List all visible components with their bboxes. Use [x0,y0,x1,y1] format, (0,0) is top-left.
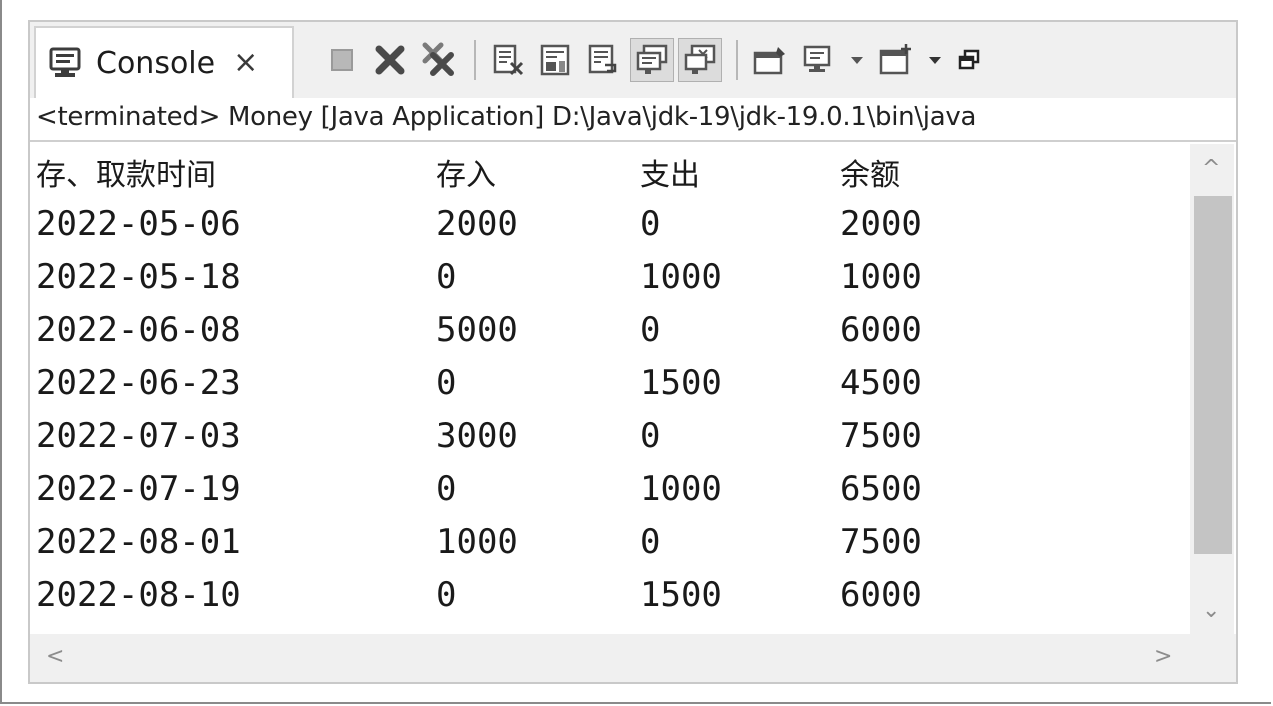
tab-console[interactable]: Console × [34,26,294,98]
show-console-stderr-icon [684,44,716,74]
console-header-row: 存、取款时间 存入 支出 余额 [36,150,1186,202]
close-icon[interactable]: × [233,48,258,78]
console-line: 2022-06-23 0 1500 4500 [36,363,1186,415]
launch-description: <terminated> Money [Java Application] D:… [36,102,977,132]
dropdown-arrow-icon [851,57,863,64]
clear-console-button[interactable] [486,38,530,82]
scroll-left-icon[interactable]: < [46,644,64,669]
clear-console-icon [493,44,524,76]
header-cell: 余额 [840,158,900,193]
open-console-dropdown[interactable] [922,38,948,82]
balance-cell: 6500 [840,469,922,509]
terminate-icon [331,49,353,71]
withdrawal-cell: 1500 [640,575,722,615]
terminate-button[interactable] [320,38,364,82]
show-stderr-button[interactable] [678,38,722,82]
deposit-cell: 2000 [436,204,518,244]
console-line: 2022-05-18 0 1000 1000 [36,257,1186,309]
console-line: 2022-05-06 2000 0 2000 [36,204,1186,256]
open-console-icon [879,44,911,75]
deposit-cell: 1000 [436,522,518,562]
remove-all-terminated-icon [422,42,454,76]
date-cell: 2022-08-01 [36,522,241,562]
balance-cell: 2000 [840,204,922,244]
remove-launch-icon [375,45,405,75]
restore-view-icon [958,49,980,70]
console-view: Console × <terminated> Money [Java Appli… [28,20,1238,684]
deposit-cell: 0 [436,257,457,297]
balance-cell: 7500 [840,522,922,562]
console-output[interactable]: 存、取款时间 存入 支出 余额 2022-05-06 2000 0 2000 2… [30,144,1190,634]
remove-all-terminated-button[interactable] [416,38,460,82]
deposit-cell: 0 [436,363,457,403]
word-wrap-button[interactable] [582,38,626,82]
balance-cell: 1000 [840,257,922,297]
withdrawal-cell: 1000 [640,257,722,297]
toolbar-separator [736,40,738,80]
display-console-dropdown[interactable] [844,38,870,82]
withdrawal-cell: 0 [640,416,661,456]
date-cell: 2022-08-10 [36,575,241,615]
dropdown-arrow-icon [929,57,941,64]
date-cell: 2022-05-18 [36,257,241,297]
scroll-down-icon[interactable]: ⌄ [1202,598,1220,623]
console-line: 2022-08-10 0 1500 6000 [36,575,1186,627]
console-toolbar [320,34,990,86]
pin-console-icon [753,47,785,75]
deposit-cell: 0 [436,575,457,615]
withdrawal-cell: 1500 [640,363,722,403]
deposit-cell: 3000 [436,416,518,456]
header-cell: 存、取款时间 [36,158,216,193]
display-selected-console-icon [803,45,831,72]
horizontal-scrollbar[interactable]: < > [30,634,1236,682]
process-status-line: <terminated> Money [Java Application] D:… [30,98,1236,142]
date-cell: 2022-05-06 [36,204,241,244]
view-tab-bar: Console × [30,22,1236,98]
open-console-button[interactable] [874,38,918,82]
show-console-stdout-icon [636,44,668,74]
scroll-lock-icon [540,44,570,76]
withdrawal-cell: 1000 [640,469,722,509]
balance-cell: 4500 [840,363,922,403]
console-line: 2022-07-19 0 1000 6500 [36,469,1186,521]
remove-launch-button[interactable] [368,38,412,82]
date-cell: 2022-07-03 [36,416,241,456]
restore-view-button[interactable] [952,38,986,82]
console-line: 2022-08-01 1000 0 7500 [36,522,1186,574]
balance-cell: 7500 [840,416,922,456]
window-frame: Console × <terminated> Money [Java Appli… [0,0,1271,704]
scroll-lock-button[interactable] [534,38,578,82]
date-cell: 2022-06-23 [36,363,241,403]
withdrawal-cell: 0 [640,310,661,350]
withdrawal-cell: 0 [640,522,661,562]
balance-cell: 6000 [840,310,922,350]
toolbar-separator [474,40,476,80]
vertical-scroll-thumb[interactable] [1194,196,1232,554]
scroll-right-icon[interactable]: > [1154,644,1172,669]
withdrawal-cell: 0 [640,204,661,244]
tab-console-label: Console [96,45,216,81]
deposit-cell: 5000 [436,310,518,350]
console-line: 2022-06-08 5000 0 6000 [36,310,1186,362]
balance-cell: 6000 [840,575,922,615]
show-stdout-button[interactable] [630,38,674,82]
header-cell: 存入 [436,158,496,193]
date-cell: 2022-07-19 [36,469,241,509]
header-cell: 支出 [640,158,700,193]
deposit-cell: 0 [436,469,457,509]
word-wrap-icon [588,44,617,74]
console-line: 2022-07-03 3000 0 7500 [36,416,1186,468]
scroll-up-icon[interactable]: ^ [1202,156,1220,181]
console-icon [49,47,81,77]
date-cell: 2022-06-08 [36,310,241,350]
pin-console-button[interactable] [748,38,792,82]
vertical-scrollbar[interactable]: ^ ⌄ [1190,144,1234,634]
display-selected-console-button[interactable] [796,38,840,82]
